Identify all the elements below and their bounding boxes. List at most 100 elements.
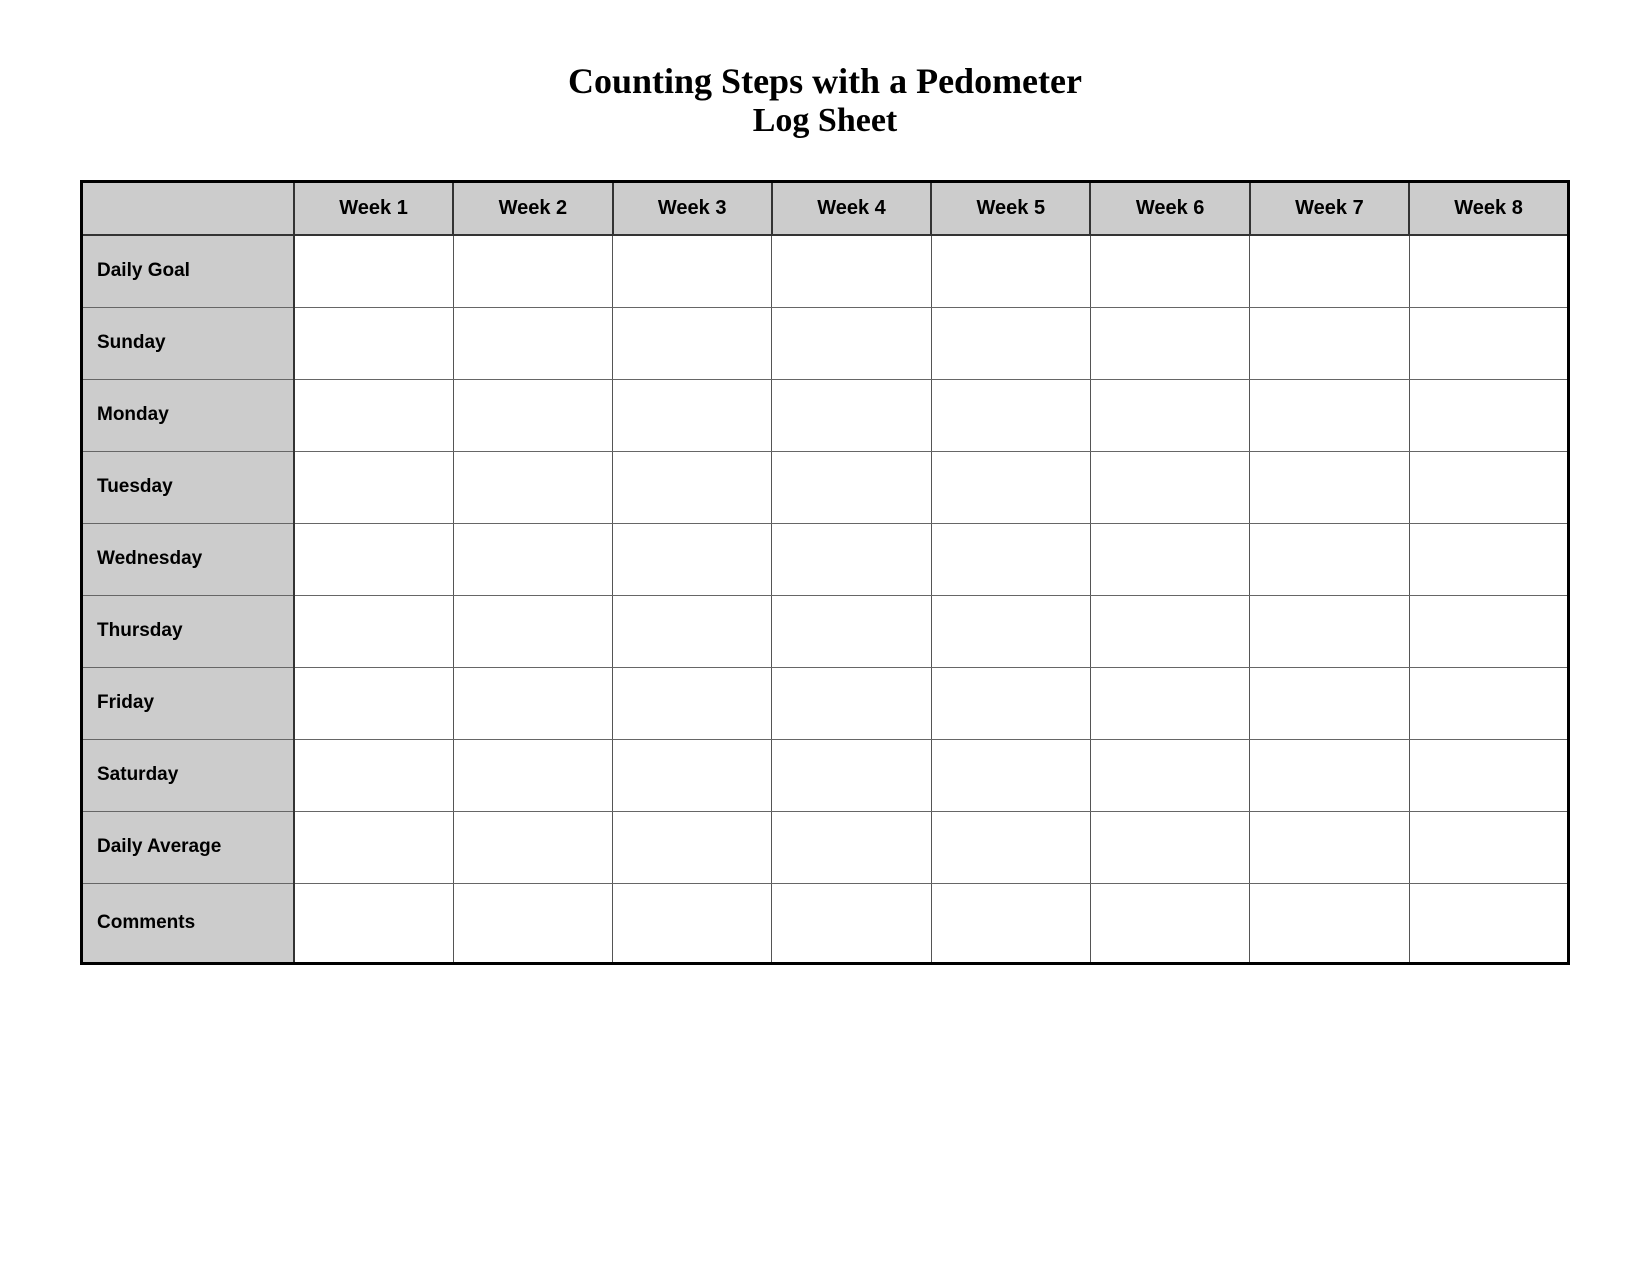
data-cell[interactable] [613,451,772,523]
data-cell[interactable] [1250,451,1409,523]
data-cell[interactable] [1250,307,1409,379]
header-week2: Week 2 [453,182,612,236]
data-cell[interactable] [1409,595,1568,667]
data-cell[interactable] [453,451,612,523]
data-cell[interactable] [931,739,1090,811]
data-cell[interactable] [1090,523,1249,595]
row-label-comments: Comments [82,883,294,963]
data-cell[interactable] [931,235,1090,307]
data-cell[interactable] [453,523,612,595]
data-cell[interactable] [613,811,772,883]
data-cell[interactable] [772,307,931,379]
table-header-row: Week 1 Week 2 Week 3 Week 4 Week 5 Week … [82,182,1569,236]
data-cell[interactable] [453,595,612,667]
table-row: Comments [82,883,1569,963]
data-cell[interactable] [931,451,1090,523]
data-cell[interactable] [931,379,1090,451]
data-cell[interactable] [294,739,453,811]
data-cell[interactable] [1250,667,1409,739]
data-cell[interactable] [931,667,1090,739]
row-label-daily-average: Daily Average [82,811,294,883]
data-cell[interactable] [294,811,453,883]
data-cell[interactable] [772,235,931,307]
data-cell[interactable] [1409,667,1568,739]
header-week7: Week 7 [1250,182,1409,236]
row-label-sunday: Sunday [82,307,294,379]
data-cell[interactable] [931,523,1090,595]
data-cell[interactable] [453,811,612,883]
data-cell[interactable] [1090,883,1249,963]
data-cell[interactable] [772,667,931,739]
data-cell[interactable] [772,451,931,523]
data-cell[interactable] [772,883,931,963]
data-cell[interactable] [1409,523,1568,595]
header-week5: Week 5 [931,182,1090,236]
data-cell[interactable] [294,379,453,451]
data-cell[interactable] [1250,811,1409,883]
data-cell[interactable] [1250,379,1409,451]
data-cell[interactable] [1409,451,1568,523]
data-cell[interactable] [453,739,612,811]
data-cell[interactable] [294,595,453,667]
table-row: Friday [82,667,1569,739]
data-cell[interactable] [294,451,453,523]
data-cell[interactable] [294,523,453,595]
page-title: Counting Steps with a Pedometer Log Shee… [568,60,1082,140]
data-cell[interactable] [1090,379,1249,451]
header-week8: Week 8 [1409,182,1568,236]
data-cell[interactable] [1250,883,1409,963]
data-cell[interactable] [1409,379,1568,451]
data-cell[interactable] [1090,739,1249,811]
title-line2: Log Sheet [568,102,1082,140]
table-row: Daily Average [82,811,1569,883]
data-cell[interactable] [613,739,772,811]
data-cell[interactable] [772,739,931,811]
data-cell[interactable] [453,235,612,307]
data-cell[interactable] [931,811,1090,883]
data-cell[interactable] [613,235,772,307]
data-cell[interactable] [613,883,772,963]
data-cell[interactable] [453,307,612,379]
header-week3: Week 3 [613,182,772,236]
data-cell[interactable] [613,379,772,451]
data-cell[interactable] [1090,235,1249,307]
data-cell[interactable] [931,883,1090,963]
data-cell[interactable] [453,883,612,963]
data-cell[interactable] [1250,523,1409,595]
data-cell[interactable] [453,379,612,451]
data-cell[interactable] [1409,811,1568,883]
data-cell[interactable] [772,811,931,883]
row-label-daily-goal: Daily Goal [82,235,294,307]
data-cell[interactable] [772,523,931,595]
data-cell[interactable] [931,307,1090,379]
data-cell[interactable] [294,883,453,963]
data-cell[interactable] [613,523,772,595]
data-cell[interactable] [1090,451,1249,523]
data-cell[interactable] [1409,739,1568,811]
row-label-tuesday: Tuesday [82,451,294,523]
data-cell[interactable] [453,667,612,739]
data-cell[interactable] [1090,811,1249,883]
table-row: Wednesday [82,523,1569,595]
data-cell[interactable] [772,595,931,667]
data-cell[interactable] [1409,235,1568,307]
data-cell[interactable] [1250,595,1409,667]
data-cell[interactable] [294,667,453,739]
data-cell[interactable] [613,595,772,667]
data-cell[interactable] [1250,235,1409,307]
row-label-friday: Friday [82,667,294,739]
data-cell[interactable] [613,667,772,739]
data-cell[interactable] [1090,667,1249,739]
data-cell[interactable] [1090,307,1249,379]
log-table: Week 1 Week 2 Week 3 Week 4 Week 5 Week … [80,180,1570,965]
data-cell[interactable] [931,595,1090,667]
data-cell[interactable] [1409,307,1568,379]
data-cell[interactable] [294,235,453,307]
data-cell[interactable] [1090,595,1249,667]
header-week1: Week 1 [294,182,453,236]
data-cell[interactable] [294,307,453,379]
data-cell[interactable] [613,307,772,379]
data-cell[interactable] [772,379,931,451]
data-cell[interactable] [1409,883,1568,963]
data-cell[interactable] [1250,739,1409,811]
